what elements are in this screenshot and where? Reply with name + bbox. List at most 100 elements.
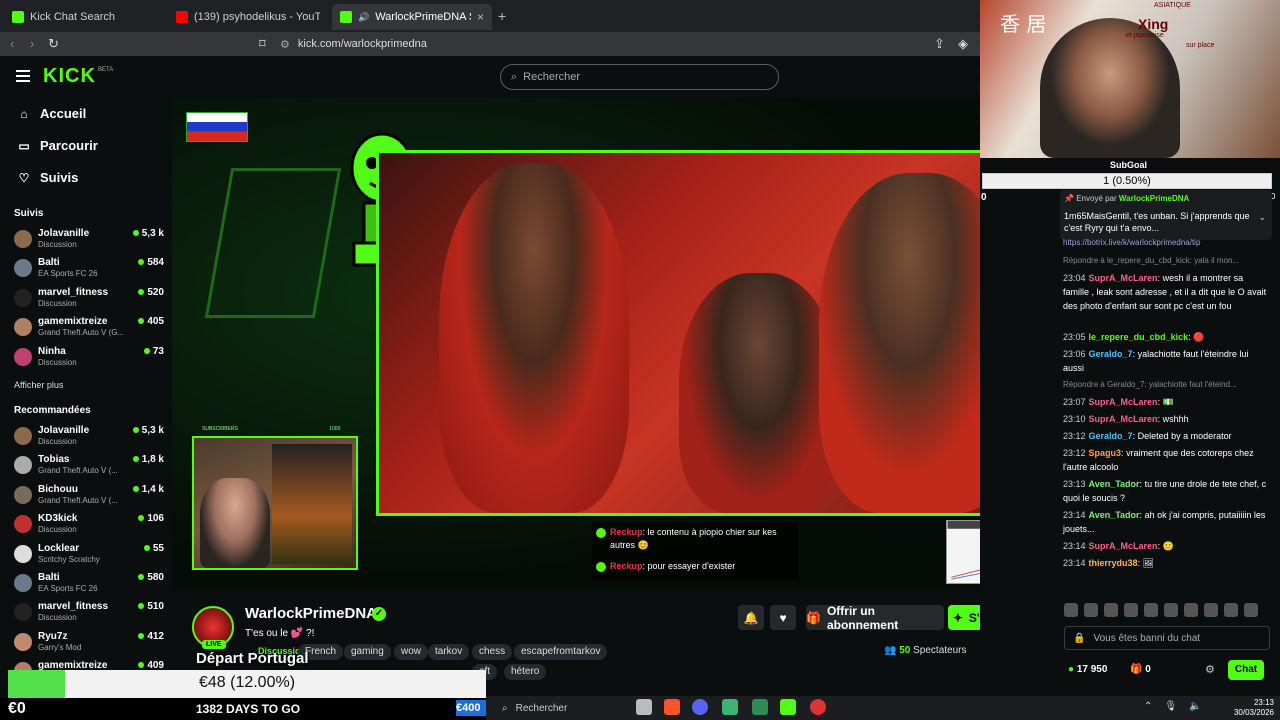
tag-chip[interactable]: tarkov: [428, 644, 470, 660]
tag-chip[interactable]: escapefromtarkov: [514, 644, 608, 660]
kick-app-icon[interactable]: [780, 699, 796, 715]
menu-icon[interactable]: [16, 70, 30, 82]
chevron-down-icon[interactable]: ⌄: [1258, 212, 1266, 223]
forward-icon[interactable]: ›: [30, 36, 34, 51]
reload-icon[interactable]: ↻: [48, 36, 59, 52]
sidebar-channel-row[interactable]: gamemixtreize Grand Theft Auto V (G... 405: [14, 316, 164, 344]
nav-browse[interactable]: ▭ Parcourir: [18, 138, 97, 153]
beta-label: BETA: [98, 67, 114, 73]
chat-username[interactable]: Aven_Tador: [1089, 510, 1140, 520]
sidebar-channel-row[interactable]: marvel_fitness Discussion 520: [14, 287, 164, 315]
obs-icon[interactable]: [810, 699, 826, 715]
app-icon[interactable]: [752, 699, 768, 715]
chat-message[interactable]: 23:12 Spagu3: vraiment que des cotoreps c…: [1063, 446, 1267, 474]
discord-icon[interactable]: [692, 699, 708, 715]
chat-reply-context[interactable]: Répondre à le_repere_du_cbd_kick: yala i…: [1063, 254, 1267, 268]
chat-reply-context[interactable]: Répondre à Geraldo_7: yalachiotte faut l…: [1063, 378, 1267, 392]
back-icon[interactable]: ‹: [10, 36, 14, 51]
chat-username[interactable]: le_repere_du_cbd_kick: [1089, 332, 1189, 342]
channel-viewers: 55: [143, 543, 164, 554]
gift-count[interactable]: 🎁 0: [1130, 664, 1151, 675]
taskbar-clock[interactable]: 23:13 30/03/2026: [1224, 698, 1274, 718]
gift-sub-button[interactable]: 🎁 Offrir un abonnement: [806, 604, 944, 632]
viewers-icon: 👥: [884, 645, 897, 656]
chat-username[interactable]: SuprA_McLaren: [1089, 397, 1158, 407]
sidebar-channel-row[interactable]: Jolavanille Discussion 5,3 k: [14, 425, 164, 453]
bookmark-icon[interactable]: ⌑: [259, 36, 266, 52]
chat-settings-icon[interactable]: ⚙: [1205, 663, 1215, 676]
task-view-icon[interactable]: [636, 699, 652, 715]
app-icon[interactable]: [722, 699, 738, 715]
channel-category: Discussion: [38, 298, 77, 308]
chat-message[interactable]: 23:14 Aven_Tador: ah ok j'ai compris, put…: [1063, 508, 1267, 536]
notification-button[interactable]: 🔔: [738, 605, 764, 630]
chat-message[interactable]: 23:06 Geraldo_7: yalachiotte faut l'étein…: [1063, 347, 1267, 375]
nav-following[interactable]: ♡ Suivis: [18, 170, 79, 185]
chat-username[interactable]: thierrydu38: [1089, 558, 1138, 568]
tag-chip[interactable]: hétero: [504, 664, 547, 680]
chat-username[interactable]: Geraldo_7: [1089, 431, 1133, 441]
sidebar-channel-row[interactable]: Balti EA Sports FC 26 584: [14, 257, 164, 285]
sidebar-channel-row[interactable]: Locklear Scritchy Scratchy 55: [14, 543, 164, 571]
sidebar-channel-row[interactable]: Bichouu Grand Theft Auto V (... 1,4 k: [14, 484, 164, 512]
sidebar-channel-row[interactable]: KD3kick Discussion 106: [14, 513, 164, 541]
shield-icon[interactable]: ◈: [958, 36, 968, 52]
kick-favicon-icon: [12, 11, 24, 23]
emote-bar[interactable]: [1064, 603, 1264, 617]
days-to-go: 1382 DAYS TO GO: [196, 702, 301, 716]
nav-home[interactable]: ⌂ Accueil: [18, 106, 86, 121]
chat-message[interactable]: 23:04 SuprA_McLaren: wesh il a montrer sa…: [1063, 271, 1267, 313]
chat-username[interactable]: SuprA_McLaren: [1089, 541, 1158, 551]
chat-username[interactable]: SuprA_McLaren: [1089, 414, 1158, 424]
kick-logo[interactable]: KICK: [43, 65, 96, 88]
search-placeholder: Rechercher: [523, 71, 581, 83]
chat-username[interactable]: SuprA_McLaren: [1089, 273, 1158, 283]
search-input[interactable]: ⌕ Rechercher: [500, 64, 779, 90]
tag-chip[interactable]: chess: [472, 644, 513, 660]
sidebar-channel-row[interactable]: Balti EA Sports FC 26 580: [14, 572, 164, 600]
close-tab-icon[interactable]: ×: [477, 10, 484, 24]
emote-icon: [1124, 603, 1138, 617]
follow-button[interactable]: ♥: [770, 605, 796, 630]
chat-message[interactable]: 23:13 Aven_Tador: tu tire une drole de te…: [1063, 477, 1267, 505]
chat-input[interactable]: 🔒 Vous êtes banni du chat: [1064, 626, 1270, 650]
show-more-link[interactable]: Afficher plus: [14, 380, 63, 390]
chat-username[interactable]: Geraldo_7: [1089, 349, 1133, 359]
channel-points[interactable]: ● 17 950: [1068, 664, 1107, 675]
sidebar-channel-row[interactable]: marvel_fitness Discussion 510: [14, 601, 164, 629]
channel-name: Jolavanille: [38, 228, 90, 239]
chat-message[interactable]: 23:12 Geraldo_7: Deleted by a moderator: [1063, 429, 1267, 443]
sidebar-channel-row[interactable]: Jolavanille Discussion 5,3 k: [14, 228, 164, 256]
streamer-name[interactable]: WarlockPrimeDNA: [245, 605, 377, 622]
chat-text: 🖼: [1142, 558, 1155, 568]
chat-message[interactable]: 23:10 SuprA_McLaren: wshhh: [1063, 412, 1267, 426]
tag-chip[interactable]: wow: [394, 644, 429, 660]
sidebar-channel-row[interactable]: Ryu7z Garry's Mod 412: [14, 631, 164, 659]
subgoal-value: 1 (0.50%): [1103, 175, 1151, 187]
chat-message[interactable]: 23:14 thierrydu38: 🖼: [1063, 556, 1267, 570]
sidebar-channel-row[interactable]: Tobias Grand Theft Auto V (... 1,8 k: [14, 454, 164, 482]
chat-message[interactable]: 23:05 le_repere_du_cbd_kick: 🔴: [1063, 330, 1267, 344]
tab-youtube[interactable]: (139) psyhodelikus - YouTube: [168, 4, 328, 30]
channel-viewers: 5,3 k: [132, 228, 164, 239]
tab-warlock-stream[interactable]: 🔊 WarlockPrimeDNA Stream - W ×: [332, 4, 492, 30]
new-tab-button[interactable]: +: [498, 8, 506, 24]
chat-message[interactable]: 23:14 SuprA_McLaren: 🙂: [1063, 539, 1267, 553]
chat-username[interactable]: Aven_Tador: [1089, 479, 1140, 489]
sidebar-channel-row[interactable]: Ninha Discussion 73: [14, 346, 164, 374]
video-player[interactable]: SUBSCRIBERS 1000 Reckup: le contenu à pi…: [172, 98, 980, 590]
pinned-message[interactable]: 📌 Envoyé par WarlockPrimeDNA 1m65MaisGen…: [1060, 190, 1272, 240]
emote-icon: [1184, 603, 1198, 617]
system-tray[interactable]: ⌃ 🎙 🔈: [1144, 701, 1202, 712]
brave-browser-icon[interactable]: [664, 699, 680, 715]
pinned-link[interactable]: https://botrix.live/k/warlockprimedna/ti…: [1063, 238, 1200, 247]
webcam-person: [1040, 18, 1180, 158]
chat-message[interactable]: 23:07 SuprA_McLaren: 💵: [1063, 395, 1267, 409]
chat-username[interactable]: Spagu3: [1089, 448, 1122, 458]
tab-kick-chat-search[interactable]: Kick Chat Search: [4, 4, 164, 30]
tag-chip[interactable]: gaming: [344, 644, 391, 660]
send-chat-button[interactable]: Chat: [1228, 660, 1264, 680]
taskbar-search[interactable]: ⌕ Rechercher: [496, 699, 620, 717]
share-icon[interactable]: ⇪: [934, 36, 945, 52]
url-field[interactable]: ⚙ kick.com/warlockprimedna: [280, 34, 960, 54]
